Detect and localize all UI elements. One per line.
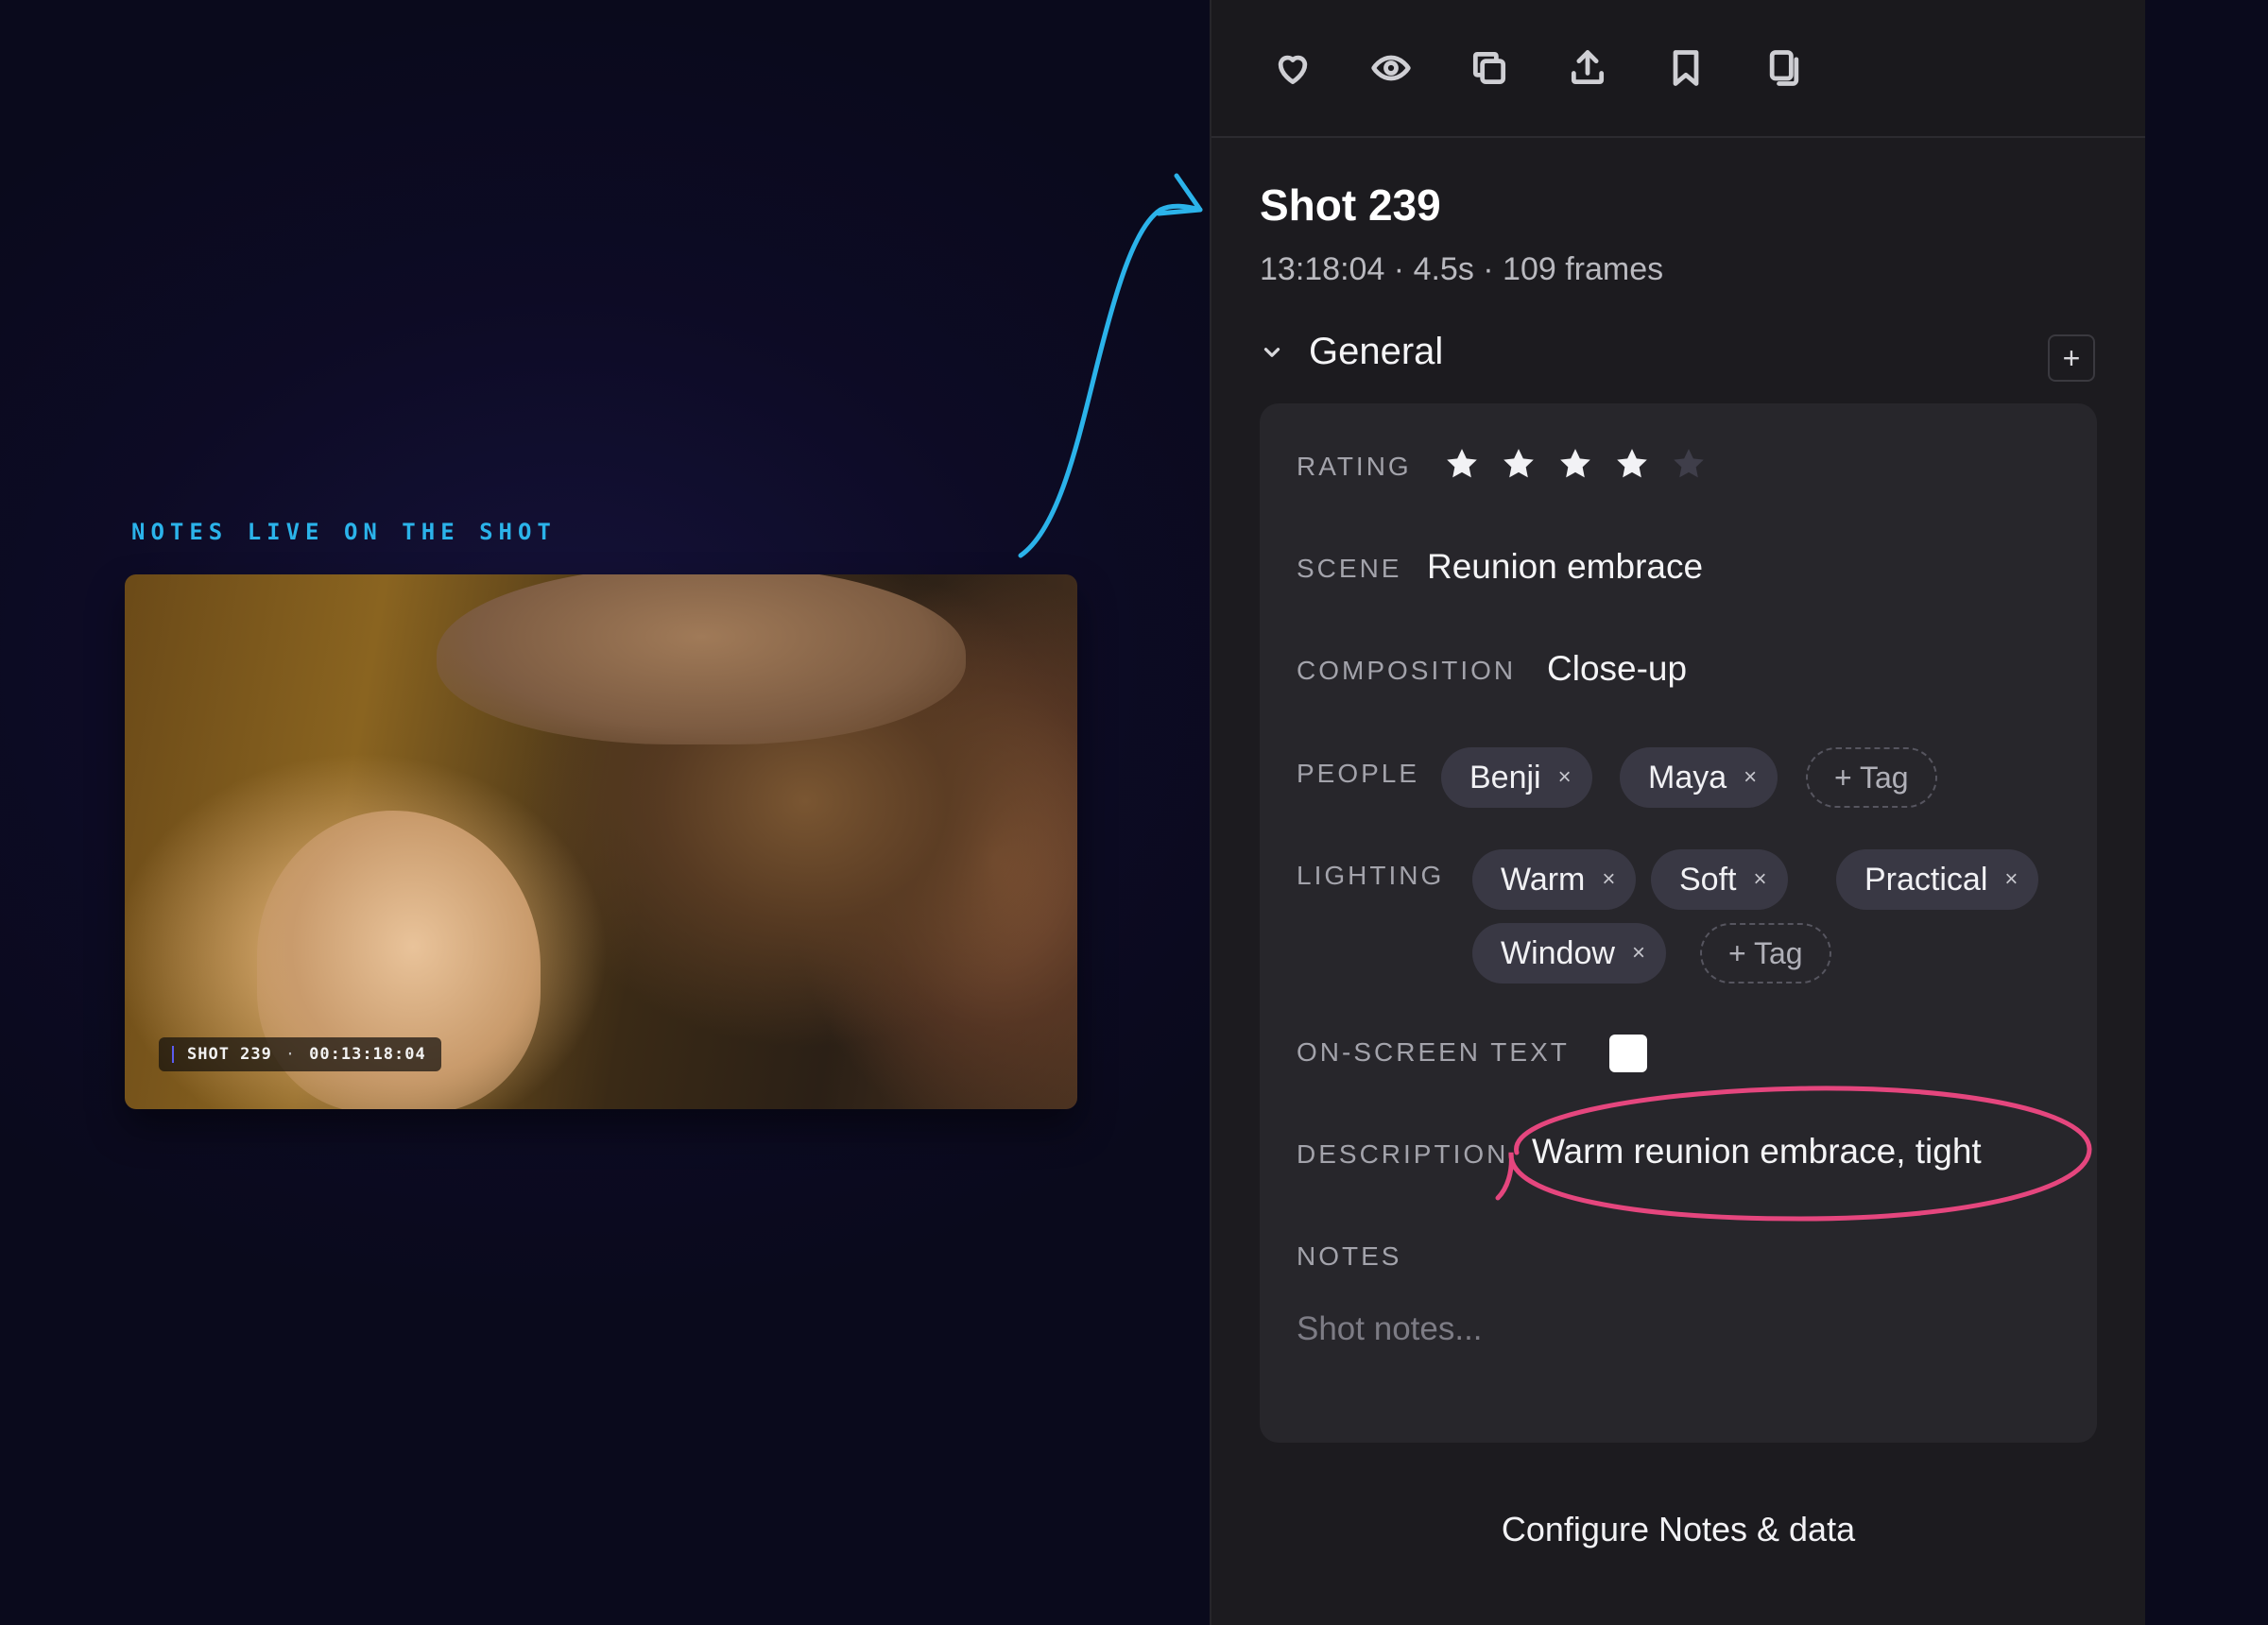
eye-icon bbox=[1371, 55, 1411, 81]
notes-label: NOTES bbox=[1297, 1241, 1402, 1271]
star-icon[interactable] bbox=[1500, 445, 1538, 483]
star-icon[interactable] bbox=[1613, 445, 1651, 483]
duplicate-icon bbox=[1769, 50, 1799, 86]
tag-label: Benji bbox=[1469, 759, 1541, 795]
tag-label: Practical bbox=[1864, 861, 1988, 898]
favorite-button[interactable] bbox=[1271, 46, 1314, 90]
scene-value[interactable]: Reunion embrace bbox=[1427, 547, 1703, 587]
heart-icon bbox=[1278, 55, 1308, 85]
copy-icon bbox=[1472, 51, 1506, 85]
configure-notes-button[interactable]: Configure Notes & data bbox=[1211, 1510, 2145, 1549]
rating-label: RATING bbox=[1297, 452, 1412, 481]
general-fields-card: RATING SCENE Reunion embrace COMPOSITION… bbox=[1260, 403, 2097, 1443]
preview-button[interactable] bbox=[1369, 46, 1413, 90]
remove-tag-icon[interactable]: × bbox=[1602, 866, 1615, 893]
share-icon bbox=[1571, 50, 1605, 85]
copy-button[interactable] bbox=[1468, 46, 1511, 90]
tag-label: Window bbox=[1501, 934, 1615, 971]
people-label: PEOPLE bbox=[1297, 759, 1420, 788]
description-value[interactable]: Warm reunion embrace, tight bbox=[1532, 1132, 1982, 1172]
lighting-tag-warm[interactable]: Warm × bbox=[1472, 849, 1637, 910]
remove-tag-icon[interactable]: × bbox=[1632, 940, 1645, 966]
remove-tag-icon[interactable]: × bbox=[2004, 866, 2018, 893]
tag-label: Warm bbox=[1501, 861, 1586, 898]
rating-stars[interactable] bbox=[1443, 445, 1708, 483]
people-tag-maya[interactable]: Maya × bbox=[1620, 747, 1778, 808]
composition-label: COMPOSITION bbox=[1297, 656, 1517, 685]
lighting-tag-soft[interactable]: Soft × bbox=[1651, 849, 1788, 910]
add-field-button[interactable]: + bbox=[2048, 334, 2095, 382]
on-screen-text-label: ON-SCREEN TEXT bbox=[1297, 1037, 1570, 1067]
lighting-tag-window[interactable]: Window × bbox=[1472, 923, 1666, 984]
people-tag-benji[interactable]: Benji × bbox=[1441, 747, 1592, 808]
share-button[interactable] bbox=[1566, 46, 1609, 90]
tag-label: Soft bbox=[1679, 861, 1737, 898]
duplicate-button[interactable] bbox=[1762, 46, 1806, 90]
remove-tag-icon[interactable]: × bbox=[1753, 866, 1766, 893]
lighting-add-tag-button[interactable]: + Tag bbox=[1700, 923, 1831, 984]
hat-shape bbox=[437, 574, 966, 744]
shot-thumbnail[interactable]: SHOT 239 · 00:13:18:04 bbox=[125, 574, 1077, 1109]
shot-caption: NOTES LIVE ON THE SHOT bbox=[131, 519, 557, 545]
section-title: General bbox=[1309, 331, 1444, 372]
lighting-tag-practical[interactable]: Practical × bbox=[1836, 849, 2039, 910]
composition-value[interactable]: Close-up bbox=[1547, 649, 1687, 689]
bookmark-button[interactable] bbox=[1664, 46, 1708, 90]
shot-meta: 13:18:04 · 4.5s · 109 frames bbox=[1260, 251, 1664, 287]
badge-separator: · bbox=[284, 1045, 297, 1064]
chevron-down-icon bbox=[1263, 347, 1280, 357]
section-general-toggle[interactable]: General bbox=[1260, 331, 1443, 373]
scene-label: SCENE bbox=[1297, 554, 1402, 583]
remove-tag-icon[interactable]: × bbox=[1558, 764, 1572, 791]
bookmark-icon bbox=[1673, 50, 1699, 86]
notes-input[interactable] bbox=[1297, 1301, 2053, 1358]
shot-timecode-badge: SHOT 239 · 00:13:18:04 bbox=[159, 1037, 441, 1071]
panel-toolbar bbox=[1211, 0, 2145, 138]
tag-label: Maya bbox=[1648, 759, 1727, 795]
description-label: DESCRIPTION bbox=[1297, 1139, 1509, 1169]
remove-tag-icon[interactable]: × bbox=[1744, 764, 1757, 791]
star-icon[interactable] bbox=[1556, 445, 1594, 483]
star-icon[interactable] bbox=[1670, 445, 1708, 483]
star-icon[interactable] bbox=[1443, 445, 1481, 483]
people-add-tag-button[interactable]: + Tag bbox=[1806, 747, 1937, 808]
shot-details-panel: Shot 239 13:18:04 · 4.5s · 109 frames Ge… bbox=[1210, 0, 2145, 1625]
on-screen-text-checkbox[interactable] bbox=[1609, 1035, 1647, 1072]
shot-title: Shot 239 bbox=[1260, 180, 1441, 230]
badge-shot-label: SHOT 239 bbox=[187, 1045, 272, 1064]
badge-bar bbox=[172, 1046, 174, 1063]
badge-timecode: 00:13:18:04 bbox=[309, 1045, 426, 1064]
lighting-label: LIGHTING bbox=[1297, 861, 1445, 890]
